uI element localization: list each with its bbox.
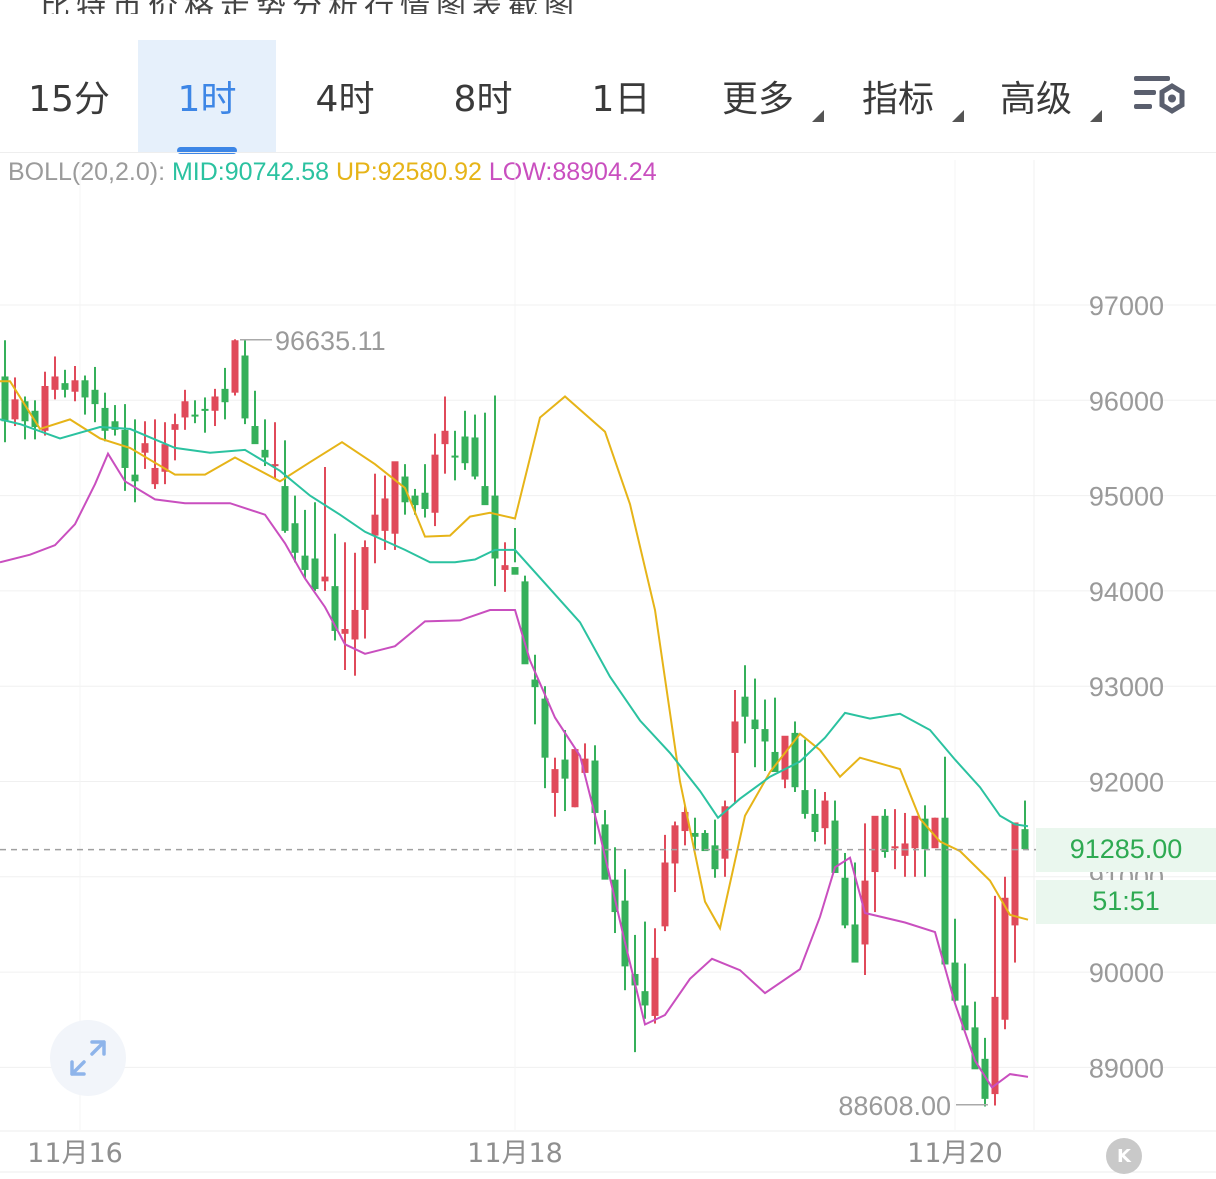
candle-down [81,380,89,398]
candle-up [501,565,509,570]
candle-down [301,555,309,570]
candle-up [781,735,789,780]
candle-down [411,495,419,506]
candle-down [881,815,889,853]
candle-up [1011,822,1019,926]
candle-down [201,408,209,411]
k-logo-button[interactable]: K [1106,1138,1142,1174]
y-tick-label: 95000 [1089,482,1164,512]
candle-down [751,719,759,730]
candle-up [321,576,329,582]
candle-up [391,461,399,534]
y-tick-label: 92000 [1089,768,1164,798]
candle-up [651,957,659,1016]
fullscreen-button[interactable] [50,1020,126,1096]
candle-down [291,523,299,553]
candle-down [851,924,859,963]
low-annotation-label: 88608.00 [838,1091,951,1121]
candle-down [641,991,649,1006]
candle-up [431,454,439,513]
candlestick-chart[interactable]: 9700096000950009400093000920009100090000… [0,0,1216,1179]
candle-down [691,832,699,837]
candle-down [451,455,459,458]
candle-down [801,790,809,814]
candle-up [731,721,739,753]
candle-down [471,437,479,477]
candle-up [371,514,379,536]
candle-up [51,376,59,390]
k-icon: K [1117,1145,1131,1167]
candle-down [251,426,259,445]
candle-down [281,486,289,531]
candle-down [191,414,199,417]
candle-down [531,679,539,688]
candle-down [61,383,69,390]
countdown-label: 51:51 [1036,879,1216,924]
candle-down [221,388,229,403]
candle-up [571,749,579,808]
candle-down [91,389,99,405]
expand-icon [70,1040,106,1076]
candle-up [211,396,219,411]
candle-down [131,474,139,482]
candle-up [11,399,19,420]
candle-down [481,486,489,506]
candle-down [511,567,519,575]
candle-down [261,449,269,458]
candle-up [381,498,389,531]
candle-down [311,558,319,589]
candle-down [561,759,569,779]
candle-up [441,430,449,445]
candle-down [941,817,949,965]
candle-up [821,800,829,829]
candle-up [351,609,359,640]
candle-up [41,386,49,431]
candle-up [181,401,189,418]
candle-down [421,492,429,509]
candle-up [671,825,679,864]
candle-up [231,340,239,393]
candle-up [341,629,349,634]
candle-down [121,429,129,468]
x-tick-label: 11月16 [27,1138,123,1169]
candle-up [911,815,919,849]
candle-up [71,380,79,392]
candle-up [1001,897,1009,1020]
candle-up [361,547,369,610]
candle-up [171,424,179,430]
candle-up [891,846,899,849]
candle-down [541,698,549,758]
high-annotation-label: 96635.11 [275,326,386,356]
candle-up [871,815,879,873]
candle-down [701,832,709,852]
y-tick-label: 97000 [1089,291,1164,321]
candle-up [141,443,149,453]
current-price-label: 91285.00 [1036,827,1216,872]
candle-down [1021,829,1029,850]
x-tick-label: 11月20 [907,1138,1003,1169]
candle-down [741,696,749,717]
y-tick-label: 90000 [1089,958,1164,988]
candle-down [811,813,819,833]
candle-up [661,862,669,927]
candle-up [551,769,559,793]
candle-down [761,729,769,742]
candle-up [151,467,159,485]
candle-down [461,436,469,464]
y-tick-label: 93000 [1089,672,1164,702]
y-tick-label: 94000 [1089,577,1164,607]
y-tick-label: 96000 [1089,386,1164,416]
y-tick-label: 89000 [1089,1053,1164,1083]
candle-up [991,996,999,1095]
candle-down [841,877,849,926]
candle-down [1,376,9,422]
x-tick-label: 11月18 [467,1138,563,1169]
candle-down [241,355,249,419]
